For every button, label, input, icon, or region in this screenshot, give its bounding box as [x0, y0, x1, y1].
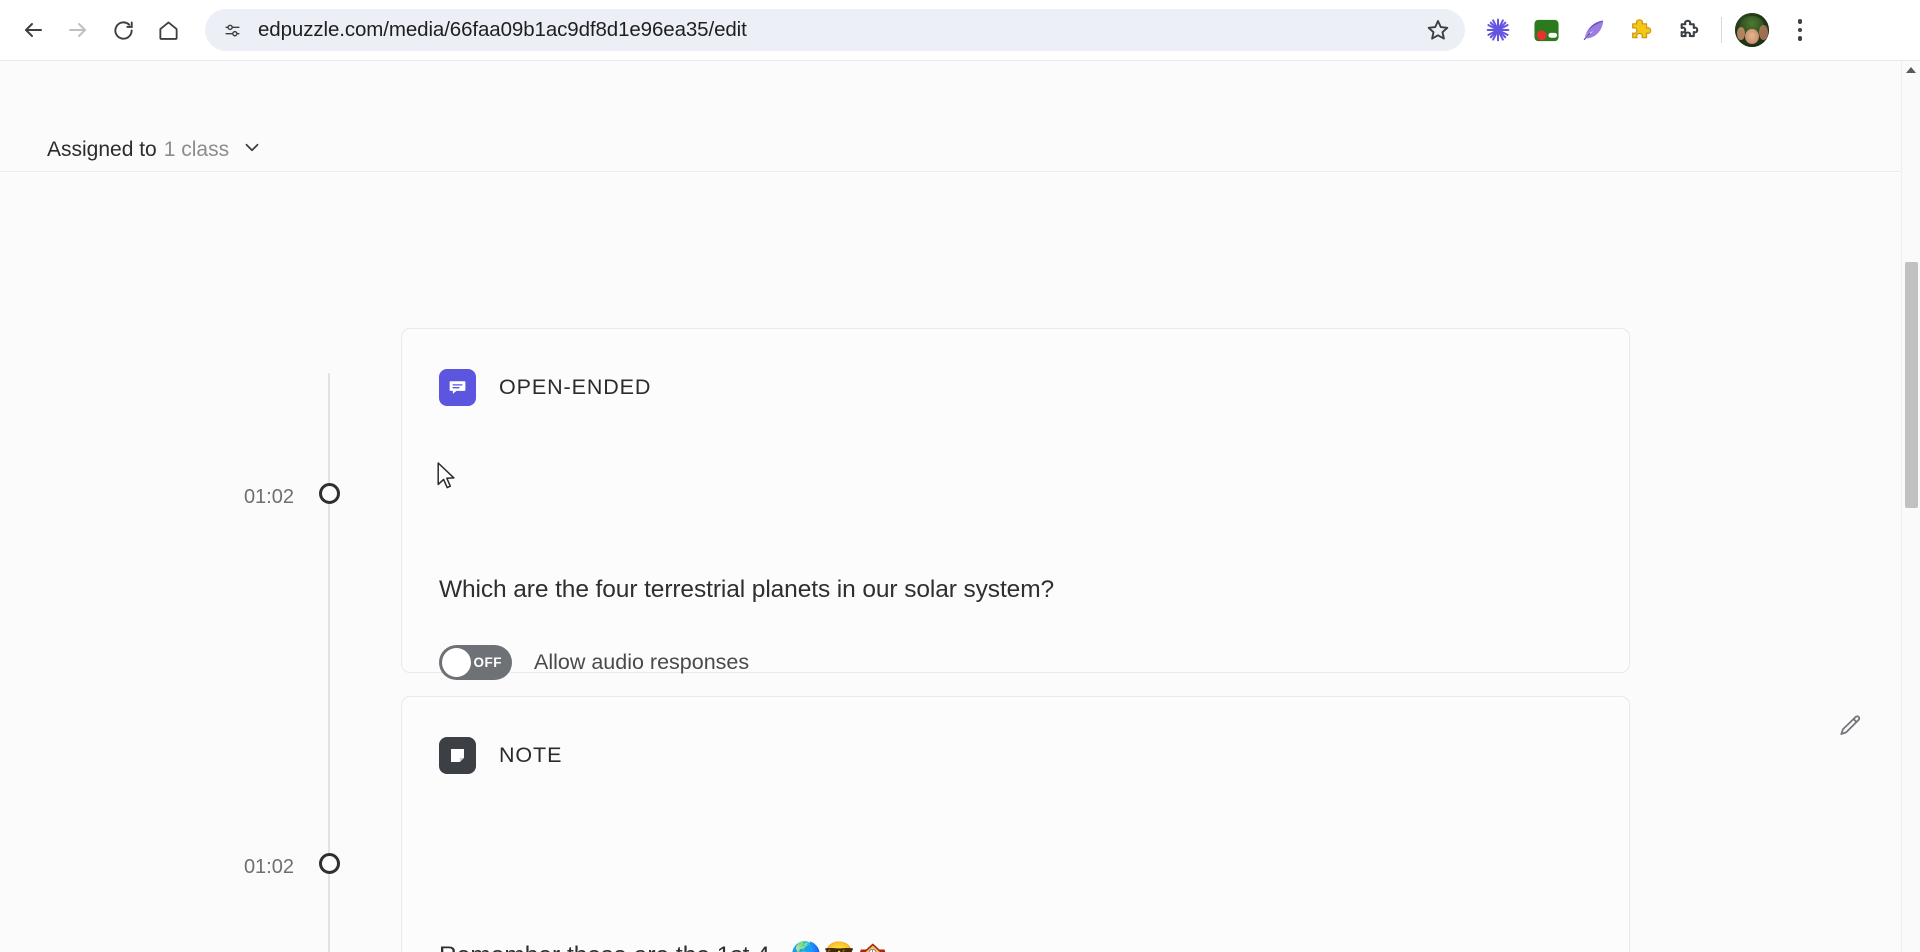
card-type-label: OPEN-ENDED: [499, 375, 652, 399]
assigned-class-count: 1 class: [163, 138, 230, 161]
note-page-icon: [439, 737, 476, 774]
back-arrow-icon: [21, 18, 45, 42]
scroll-thumb[interactable]: [1905, 262, 1918, 508]
note-card-header: NOTE: [439, 737, 562, 774]
extensions-puzzle-icon[interactable]: [1671, 11, 1709, 49]
home-icon: [157, 19, 180, 42]
note-text: Remember these are the 1st 4.: [439, 942, 777, 952]
card-type-label: NOTE: [499, 743, 563, 767]
assigned-bar: Assigned to 1 class: [0, 61, 1901, 172]
back-button[interactable]: [13, 10, 53, 50]
timeline-dot-icon[interactable]: [319, 853, 340, 874]
assigned-to-dropdown[interactable]: Assigned to 1 class: [47, 136, 263, 164]
question-text: Which are the four terrestrial planets i…: [439, 576, 1055, 603]
chevron-down-icon: [241, 136, 263, 164]
timeline-timestamp: 01:02: [243, 856, 294, 878]
extensions-group: [1479, 11, 1709, 49]
timeline-dot-icon[interactable]: [319, 483, 340, 504]
reload-icon: [112, 19, 135, 42]
home-button[interactable]: [148, 10, 188, 50]
green-recorder-extension-icon[interactable]: [1527, 11, 1565, 49]
chrome-menu-icon[interactable]: [1781, 11, 1819, 49]
assigned-to-label: Assigned to: [47, 138, 157, 161]
toggle-state-label: OFF: [473, 655, 502, 670]
open-ended-card-header: OPEN-ENDED: [439, 369, 651, 406]
feather-quill-extension-icon[interactable]: [1575, 11, 1613, 49]
note-emoji-group: 🌎😎🏫: [791, 941, 890, 952]
allow-audio-responses-row: OFF Allow audio responses: [439, 645, 749, 680]
url-text[interactable]: edpuzzle.com/media/66faa09b1ac9df8d1e96e…: [258, 18, 1420, 42]
profile-avatar[interactable]: [1735, 13, 1769, 47]
toolbar-divider: [1721, 17, 1722, 43]
note-card[interactable]: [401, 696, 1630, 952]
forward-arrow-icon: [66, 18, 90, 42]
pencil-edit-icon: [1837, 713, 1863, 744]
browser-toolbar: edpuzzle.com/media/66faa09b1ac9df8d1e96e…: [0, 0, 1920, 61]
yellow-puzzle-extension-icon[interactable]: [1623, 11, 1661, 49]
site-settings-icon[interactable]: [216, 14, 248, 46]
edit-open-ended-button[interactable]: [1835, 713, 1865, 743]
timeline-timestamp: 01:02: [243, 486, 294, 508]
snowflake-extension-icon[interactable]: [1479, 11, 1517, 49]
allow-audio-responses-label: Allow audio responses: [534, 650, 750, 674]
page-content: Assigned to 1 class 01:02 01:02 OPEN-END…: [0, 61, 1920, 952]
note-text-row: Remember these are the 1st 4. 🌎😎🏫: [439, 941, 890, 952]
speech-bubble-icon: [439, 369, 476, 406]
page-scrollbar[interactable]: [1901, 61, 1920, 952]
toggle-knob: [442, 648, 471, 677]
reload-button[interactable]: [103, 10, 143, 50]
timeline-scroll-area: 01:02 01:02 OPEN-ENDED Which are the fou…: [0, 173, 1901, 952]
forward-button[interactable]: [58, 10, 98, 50]
scroll-up-arrow-icon[interactable]: [1906, 67, 1916, 73]
address-bar[interactable]: edpuzzle.com/media/66faa09b1ac9df8d1e96e…: [205, 9, 1465, 51]
allow-audio-responses-toggle[interactable]: OFF: [439, 645, 512, 680]
bookmark-star-icon[interactable]: [1420, 12, 1456, 48]
